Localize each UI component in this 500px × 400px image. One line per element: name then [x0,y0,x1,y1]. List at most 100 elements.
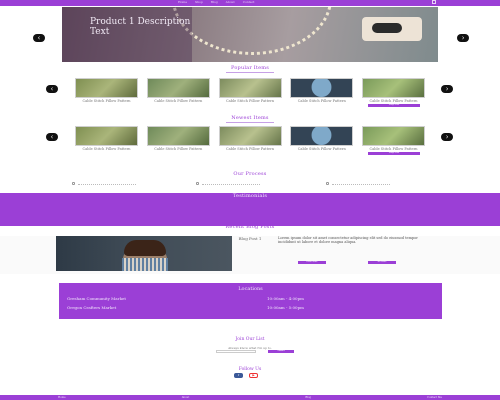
process-step [196,182,260,185]
testimonials-section: Testimonials [0,193,500,226]
product-card[interactable]: Cable Stitch Pillow Pattern [218,126,282,151]
product-image[interactable] [75,78,138,98]
top-nav-bar: Home Shop Blog About Contact [0,0,500,6]
product-card[interactable]: Cable Stitch Pillow Pattern [146,78,210,103]
newest-title-underline [226,122,274,123]
step-text [332,183,390,185]
footer-link-about[interactable]: About [182,395,190,400]
blog-photo-dress [122,258,168,271]
location-row: Oregon Crafters Market 10:00am - 5:00pm [67,305,427,310]
product-label: Cable Stitch Pillow Pattern [226,147,274,151]
hero-next-button[interactable]: › [457,34,469,42]
product-label: Cable Stitch Pillow Pattern [82,147,131,151]
menu-item-shop[interactable]: Shop [195,0,203,4]
process-step [72,182,136,185]
step-icon [72,182,75,185]
testimonials-title: Testimonials [232,193,268,199]
menu-item-about[interactable]: About [226,0,235,4]
newest-items-title: Newest Items [231,115,269,121]
product-label: Cable Stitch Pillow Pattern [369,147,418,151]
product-label: Cable Stitch Pillow Pattern [297,99,346,103]
step-text [78,183,136,185]
social-icons: f ▶ [234,373,258,378]
product-card[interactable]: Cable Stitch Pillow Pattern [75,126,138,151]
location-name: Gresham Community Market [67,296,126,301]
product-image[interactable] [218,78,282,98]
location-hours: 10:00am - 5:00pm [267,305,304,310]
youtube-icon[interactable]: ▶ [249,373,258,378]
popular-prev-button[interactable]: ‹ [46,85,58,93]
product-card[interactable]: Cable Stitch Pillow Pattern [290,126,354,151]
main-menu: Home Shop Blog About Contact [178,0,255,4]
footer-link-home[interactable]: Home [58,395,66,400]
submit-button[interactable]: Submit [268,350,294,353]
step-icon [196,182,199,185]
footer-link-blog[interactable]: Blog [305,395,311,400]
facebook-icon[interactable]: f [234,373,243,378]
product-image[interactable] [146,78,210,98]
step-text [202,183,260,185]
menu-item-contact[interactable]: Contact [243,0,255,4]
product-image[interactable] [146,126,210,146]
newest-prev-button[interactable]: ‹ [46,133,58,141]
product-image[interactable] [290,126,354,146]
step-icon [326,182,329,185]
chevron-left-icon: ‹ [37,34,41,42]
newest-next-button[interactable]: › [441,133,453,141]
location-row: Gresham Community Market 10:00am - 4:00p… [67,296,427,301]
process-strip [0,182,500,191]
product-label: Cable Stitch Pillow Pattern [82,99,131,103]
popular-items-row: Cable Stitch Pillow Pattern Cable Stitch… [75,78,425,107]
newest-items-row: Cable Stitch Pillow Pattern Cable Stitch… [75,126,425,155]
blog-section: Blog Post 1 Lorem ipsum dolor sit amet c… [0,236,500,274]
follow-section: Follow Us f ▶ [0,367,500,378]
location-hours: 10:00am - 4:00pm [267,296,304,301]
product-card[interactable]: Cable Stitch Pillow Pattern Shop Now [362,78,425,107]
chevron-left-icon: ‹ [50,85,54,93]
location-name: Oregon Crafters Market [67,305,117,310]
cart-icon[interactable] [432,0,436,4]
product-image[interactable] [290,78,354,98]
product-card[interactable]: Cable Stitch Pillow Pattern [75,78,138,103]
shop-now-button[interactable]: Shop Now [368,152,420,155]
product-image[interactable] [362,78,425,98]
hero-caption: Product 1 Description Text [90,17,191,37]
locations-title: Locations [238,286,263,292]
product-card[interactable]: Cable Stitch Pillow Pattern Shop Now [362,126,425,155]
email-field[interactable] [216,350,256,353]
product-image[interactable] [218,126,282,146]
chevron-right-icon: › [445,133,449,141]
all-posts-button[interactable]: All Posts [368,261,396,264]
blog-section-title: Recent Blog Posts [225,224,275,230]
popular-next-button[interactable]: › [441,85,453,93]
read-more-button[interactable]: Read More [298,261,326,264]
blog-post-image[interactable] [56,236,232,271]
footer: Home About Blog Contact Me [0,395,500,400]
product-label: Cable Stitch Pillow Pattern [154,99,203,103]
blog-photo-hair [124,240,166,256]
chevron-left-icon: ‹ [50,133,54,141]
follow-title: Follow Us [238,367,262,372]
product-label: Cable Stitch Pillow Pattern [369,99,418,103]
hero-slider: Product 1 Description Text [62,7,438,62]
product-card[interactable]: Cable Stitch Pillow Pattern [290,78,354,103]
product-label: Cable Stitch Pillow Pattern [297,147,346,151]
newsletter-section: Join Our List Always know what I'm up to… [0,337,500,353]
hero-prev-button[interactable]: ‹ [33,34,45,42]
chevron-right-icon: › [445,85,449,93]
footer-link-contact[interactable]: Contact Me [427,395,442,400]
locations-section: Locations Gresham Community Market 10:00… [59,283,442,319]
chevron-right-icon: › [461,34,465,42]
hero-figure [362,17,422,41]
product-image[interactable] [75,126,138,146]
process-title: Our Process [233,171,267,177]
product-card[interactable]: Cable Stitch Pillow Pattern [146,126,210,151]
menu-item-blog[interactable]: Blog [211,0,218,4]
menu-item-home[interactable]: Home [178,0,187,4]
blog-post-excerpt: Lorem ipsum dolor sit amet consectetur a… [278,236,418,244]
shop-now-button[interactable]: Shop Now [368,104,420,107]
product-card[interactable]: Cable Stitch Pillow Pattern [218,78,282,103]
popular-title-underline [226,72,274,73]
product-image[interactable] [362,126,425,146]
product-label: Cable Stitch Pillow Pattern [226,99,274,103]
